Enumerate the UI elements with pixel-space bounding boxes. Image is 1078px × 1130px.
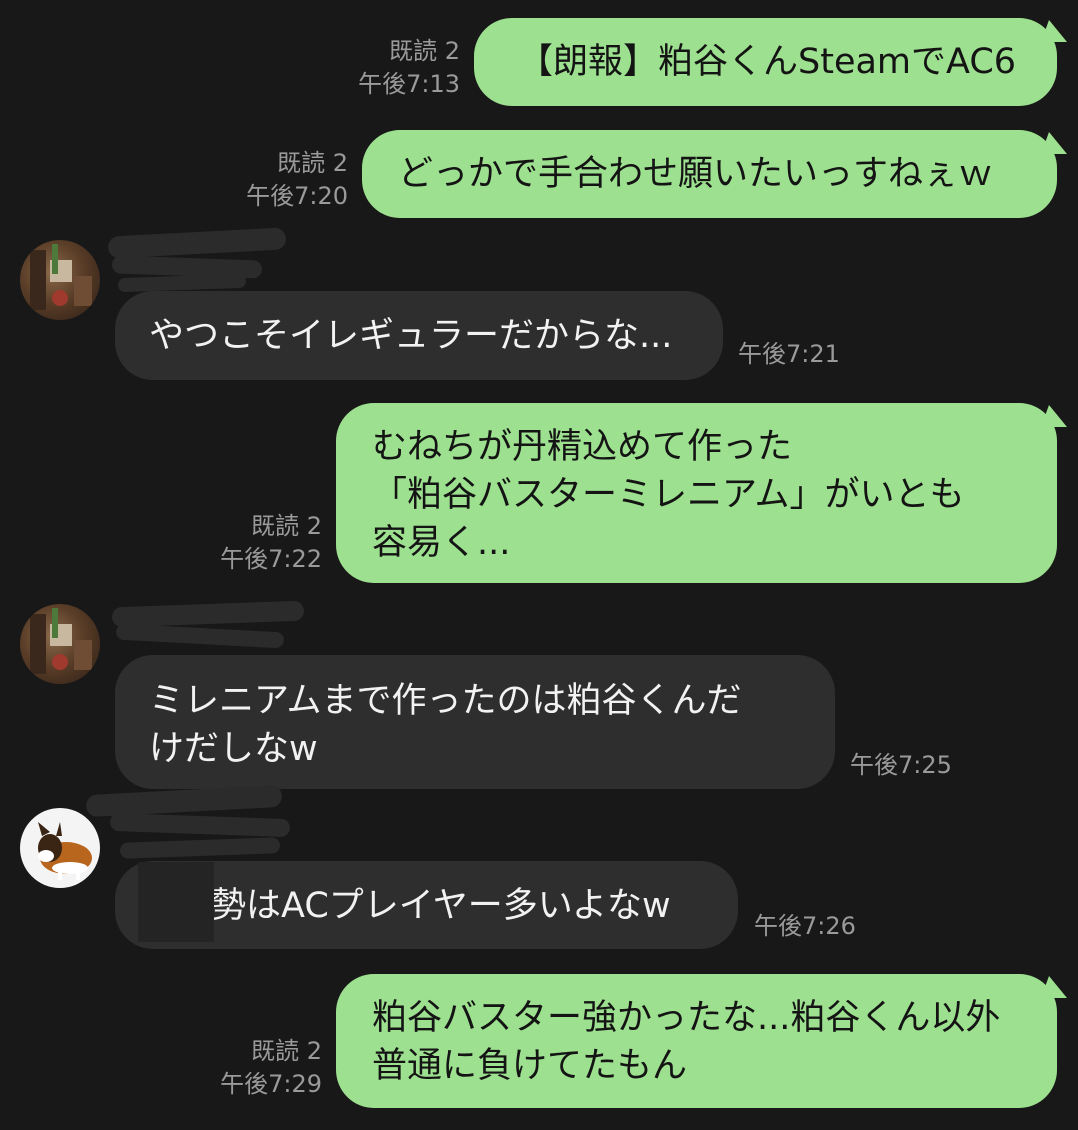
redacted-sender-name — [111, 600, 305, 628]
sender-avatar[interactable] — [20, 808, 100, 888]
message-line: 粕谷バスター強かったな...粕谷くん以外 — [372, 998, 1001, 1038]
message-line: 「粕谷バスターミレニアム」がいとも — [372, 475, 965, 515]
outgoing-message-bubble[interactable]: 【朗報】粕谷くんSteamでAC6 — [474, 18, 1057, 106]
redacted-sender-name — [107, 227, 287, 259]
outgoing-message-bubble[interactable]: むねちが丹精込めて作った 「粕谷バスターミレニアム」がいとも 容易く... — [336, 403, 1057, 583]
sender-avatar[interactable] — [20, 604, 100, 684]
message-meta: 既読 2 午後7:20 — [228, 147, 348, 213]
timestamp: 午後7:29 — [220, 1070, 322, 1098]
read-receipt: 既読 2 — [251, 512, 322, 540]
outgoing-message-bubble[interactable]: どっかで手合わせ願いたいっすねぇｗ — [362, 130, 1057, 218]
timestamp: 午後7:26 — [754, 912, 856, 940]
redacted-sender-name-stroke — [109, 812, 291, 838]
sender-avatar[interactable] — [20, 240, 100, 320]
message-text: 勢はACプレイヤー多いよなw — [211, 886, 671, 926]
message-meta: 既読 2 午後7:13 — [340, 35, 460, 101]
redacted-message-prefix — [138, 862, 214, 942]
message-text: やつこそイレギュラーだからな... — [149, 316, 673, 356]
message-text: 【朗報】粕谷くんSteamでAC6 — [518, 42, 1017, 82]
timestamp: 午後7:25 — [850, 751, 952, 779]
message-line: 容易く... — [372, 523, 511, 563]
message-line: 普通に負けてたもん — [372, 1046, 688, 1086]
incoming-message-bubble[interactable]: やつこそイレギュラーだからな... — [115, 291, 723, 380]
message-meta: 既読 2 午後7:22 — [202, 510, 322, 576]
redacted-sender-name-stroke — [119, 837, 281, 859]
avatar-image — [30, 244, 92, 310]
message-meta: 既読 2 午後7:29 — [202, 1035, 322, 1101]
timestamp: 午後7:13 — [358, 70, 460, 98]
read-receipt: 既読 2 — [251, 1037, 322, 1065]
timestamp: 午後7:22 — [220, 545, 322, 573]
message-line: けだしなw — [149, 729, 318, 769]
message-line: ミレニアムまで作ったのは粕谷くんだ — [149, 681, 742, 721]
dog-avatar-image — [38, 822, 92, 880]
avatar-image — [30, 608, 92, 674]
message-text: どっかで手合わせ願いたいっすねぇｗ — [398, 154, 994, 194]
redacted-sender-name — [85, 784, 283, 818]
outgoing-message-bubble[interactable]: 粕谷バスター強かったな...粕谷くん以外 普通に負けてたもん — [336, 974, 1057, 1108]
timestamp: 午後7:21 — [738, 340, 840, 368]
redacted-sender-name-stroke — [115, 623, 285, 649]
read-receipt: 既読 2 — [389, 37, 460, 65]
message-line: むねちが丹精込めて作った — [372, 427, 793, 467]
redacted-sender-name-stroke — [117, 273, 247, 293]
read-receipt: 既読 2 — [277, 149, 348, 177]
chat-view: 既読 2 午後7:13 【朗報】粕谷くんSteamでAC6 既読 2 午後7:2… — [0, 0, 1078, 1130]
incoming-message-bubble[interactable]: ミレニアムまで作ったのは粕谷くんだ けだしなw — [115, 655, 835, 789]
timestamp: 午後7:20 — [246, 182, 348, 210]
